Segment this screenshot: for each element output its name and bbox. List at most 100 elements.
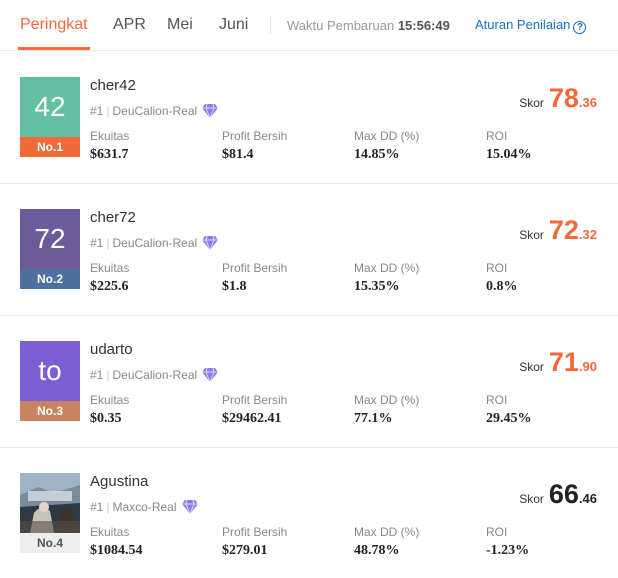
tab-bar: Peringkat APR Mei Juni Waktu Pembaruan 1… — [0, 0, 618, 51]
profit-label: Profit Bersih — [222, 393, 288, 407]
profit-value: $279.01 — [222, 543, 268, 558]
tab-mei[interactable]: Mei — [167, 15, 193, 35]
score-integer: 78 — [548, 83, 579, 113]
diamond-icon — [202, 103, 219, 122]
tab-juni[interactable]: Juni — [219, 15, 248, 35]
update-label: Waktu Pembaruan — [287, 18, 395, 33]
maxdd-label: Max DD (%) — [354, 525, 420, 539]
account-type: DeuCalion-Real — [112, 236, 198, 250]
profit-label: Profit Bersih — [222, 525, 288, 539]
avatar-text: to — [38, 355, 62, 386]
roi-label: ROI — [486, 525, 508, 539]
profit-label: Profit Bersih — [222, 129, 288, 143]
equity-value: $225.6 — [90, 279, 129, 294]
subline-divider: | — [106, 104, 110, 118]
scoring-rules-link[interactable]: Aturan Penilaian? — [475, 17, 587, 34]
roi-label: ROI — [486, 393, 508, 407]
score-decimal: .90 — [578, 359, 597, 374]
score-label: Skor — [519, 228, 544, 242]
score-decimal: .32 — [578, 227, 597, 242]
subline-divider: | — [106, 500, 110, 514]
trader-card-3[interactable]: to No.3 udarto #1 | DeuCalion-Real Ekuitas… — [0, 316, 618, 448]
profit-value: $1.8 — [222, 279, 247, 294]
score-integer: 66 — [548, 479, 579, 509]
update-time: Waktu Pembaruan 15:56:49 — [287, 18, 450, 34]
trader-name[interactable]: Agustina — [90, 473, 148, 491]
trader-name[interactable]: cher72 — [90, 209, 136, 227]
score: Skor 71.90 — [519, 347, 597, 378]
account-type: DeuCalion-Real — [112, 368, 198, 382]
rank-label: No.4 — [36, 536, 63, 550]
score-decimal: .46 — [578, 491, 597, 506]
roi-value: 15.04% — [486, 147, 532, 162]
diamond-icon — [181, 499, 198, 518]
roi-label: ROI — [486, 129, 508, 143]
trader-position: #1 — [90, 104, 104, 118]
roi-value: -1.23% — [486, 543, 530, 558]
score: Skor 72.32 — [519, 215, 597, 246]
tab-apr[interactable]: APR — [113, 15, 146, 35]
subline-divider: | — [106, 368, 110, 382]
account-type: DeuCalion-Real — [112, 104, 198, 118]
rank-badge: No.3 — [20, 401, 80, 421]
maxdd-value: 77.1% — [354, 411, 393, 426]
maxdd-label: Max DD (%) — [354, 261, 420, 275]
trader-subline: #1 | Maxco-Real — [90, 499, 198, 518]
maxdd-value: 48.78% — [354, 543, 400, 558]
equity-label: Ekuitas — [90, 261, 130, 275]
trader-name[interactable]: udarto — [90, 341, 133, 359]
trader-card-1[interactable]: 42 No.1 cher42 #1 | DeuCalion-Real Ekuitas… — [0, 52, 618, 184]
diamond-icon — [202, 235, 219, 254]
roi-label: ROI — [486, 261, 508, 275]
trader-subline: #1 | DeuCalion-Real — [90, 235, 219, 254]
diamond-icon — [202, 367, 219, 386]
trader-position: #1 — [90, 500, 104, 514]
trader-card-2[interactable]: 72 No.2 cher72 #1 | DeuCalion-Real Ekuitas… — [0, 184, 618, 316]
roi-value: 0.8% — [486, 279, 518, 294]
question-circle-icon[interactable]: ? — [573, 21, 587, 34]
maxdd-value: 15.35% — [354, 279, 400, 294]
maxdd-label: Max DD (%) — [354, 129, 420, 143]
trader-subline: #1 | DeuCalion-Real — [90, 367, 219, 386]
avatar[interactable]: to — [20, 341, 80, 401]
maxdd-value: 14.85% — [354, 147, 400, 162]
update-time-value: 15:56:49 — [397, 18, 450, 33]
roi-value: 29.45% — [486, 411, 532, 426]
score: Skor 66.46 — [519, 479, 597, 510]
active-tab-indicator — [18, 47, 90, 50]
avatar[interactable] — [20, 473, 80, 533]
scoring-rules-label[interactable]: Aturan Penilaian — [475, 17, 570, 32]
profit-label: Profit Bersih — [222, 261, 288, 275]
equity-value: $0.35 — [90, 411, 122, 426]
rank-label: No.2 — [36, 272, 63, 286]
rank-label: No.3 — [36, 404, 63, 418]
rank-label: No.1 — [36, 140, 63, 154]
rank-badge: No.4 — [20, 533, 80, 553]
profit-value: $81.4 — [222, 147, 254, 162]
trader-position: #1 — [90, 236, 104, 250]
profit-value: $29462.41 — [222, 411, 282, 426]
equity-value: $631.7 — [90, 147, 129, 162]
trader-card-4[interactable]: No.4 Agustina #1 | Maxco-Real Ekuitas Prof… — [0, 448, 618, 578]
score-decimal: .36 — [578, 95, 597, 110]
trader-name[interactable]: cher42 — [90, 77, 136, 95]
score-label: Skor — [519, 492, 544, 506]
equity-label: Ekuitas — [90, 393, 130, 407]
equity-value: $1084.54 — [90, 543, 143, 558]
tab-peringkat[interactable]: Peringkat — [20, 15, 88, 35]
subline-divider: | — [106, 236, 110, 250]
avatar-text: 42 — [34, 91, 66, 122]
trader-subline: #1 | DeuCalion-Real — [90, 103, 219, 122]
avatar[interactable]: 42 — [20, 77, 80, 137]
rank-badge: No.2 — [20, 269, 80, 289]
avatar[interactable]: 72 — [20, 209, 80, 269]
header-divider — [270, 16, 271, 34]
score-label: Skor — [519, 360, 544, 374]
score-integer: 71 — [548, 347, 579, 377]
score: Skor 78.36 — [519, 83, 597, 114]
avatar-photo — [20, 473, 80, 533]
trader-position: #1 — [90, 368, 104, 382]
equity-label: Ekuitas — [90, 129, 130, 143]
avatar-text: 72 — [34, 223, 66, 254]
equity-label: Ekuitas — [90, 525, 130, 539]
